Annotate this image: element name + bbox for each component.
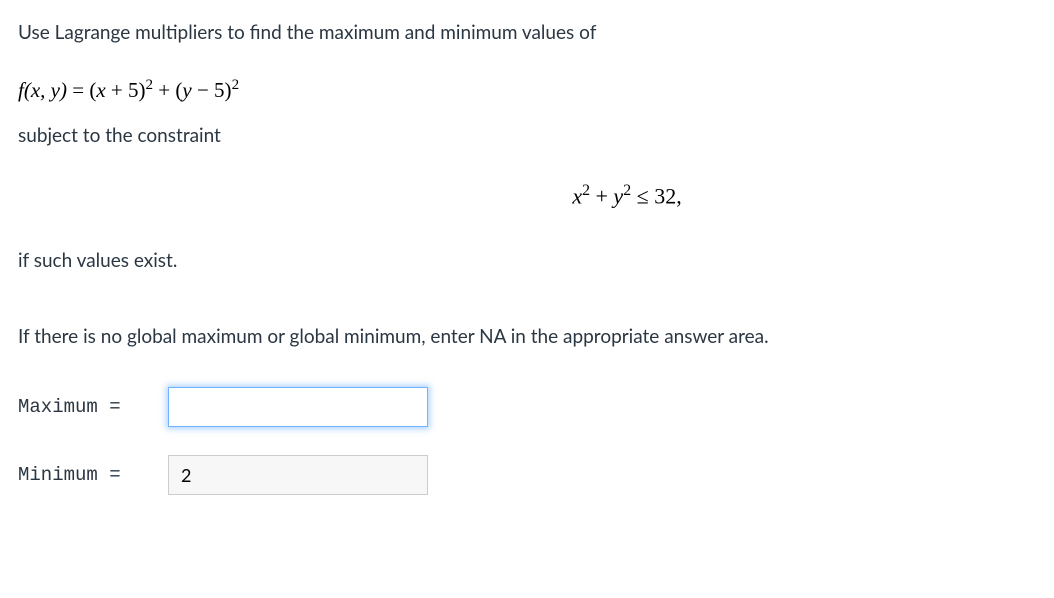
problem-intro: Use Lagrange multipliers to find the max… [18,20,1036,47]
maximum-label: Maximum = [18,394,168,421]
function-lhs: f(x, y) [18,78,67,102]
constraint-rhs: 32 [654,183,676,208]
term2-minus5: − 5) [192,78,232,102]
constraint-formula: x2 + y2 ≤ 32, [18,180,1036,212]
constraint-x: x [572,183,582,208]
exist-text: if such values exist. [18,248,1036,275]
term1-plus5: + 5) [106,78,146,102]
term2-y: y [182,78,191,102]
maximum-input[interactable] [168,387,428,427]
term2-exp: 2 [232,77,240,93]
minimum-label: Minimum = [18,462,168,489]
function-definition: f(x, y) = (x + 5)2 + (y − 5)2 [18,75,1036,105]
term1-exp: 2 [145,77,153,93]
minimum-input[interactable] [168,455,428,495]
constraint-label: subject to the constraint [18,123,1036,150]
constraint-y: y [613,183,623,208]
constraint-comma: , [676,183,682,208]
term1-x: x [96,78,105,102]
constraint-x-exp: 2 [582,182,590,199]
constraint-op: ≤ [637,183,649,208]
na-instruction: If there is no global maximum or global … [18,324,1036,351]
plus-between: + [158,78,175,102]
maximum-row: Maximum = [18,387,1036,427]
constraint-y-exp: 2 [623,182,631,199]
minimum-row: Minimum = [18,455,1036,495]
equals-sign: = [72,78,89,102]
constraint-plus: + [596,183,614,208]
